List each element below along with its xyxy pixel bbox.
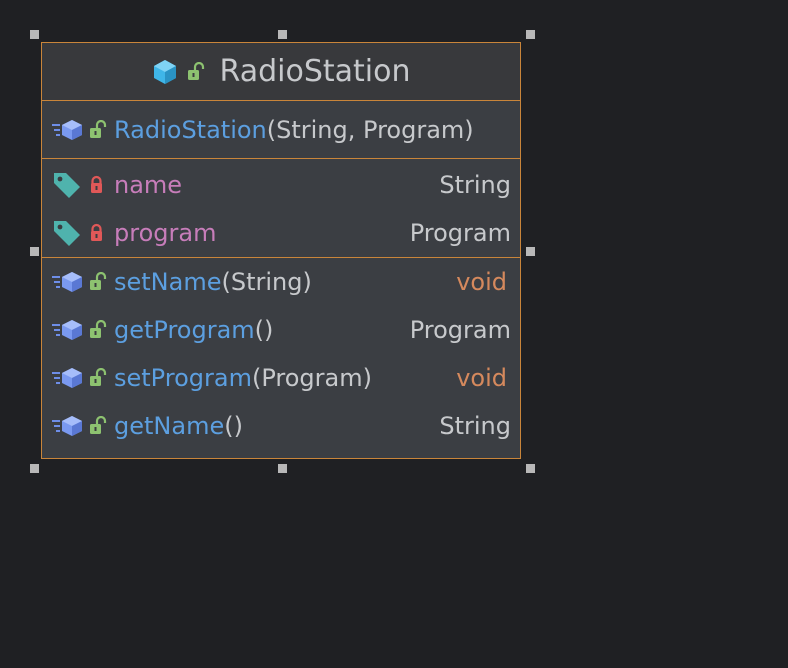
method-name: setName — [114, 268, 222, 296]
field-type: Program — [409, 219, 511, 247]
field-type: String — [439, 171, 511, 199]
method-params: () — [224, 412, 243, 440]
unlocked-padlock-icon — [88, 119, 114, 140]
selection-handle-top-left[interactable] — [30, 30, 39, 39]
unlocked-padlock-icon — [88, 320, 114, 340]
unlocked-padlock-icon — [88, 272, 114, 292]
constructor-row[interactable]: RadioStation (String, Program) — [42, 101, 520, 158]
selection-handle-bottom-right[interactable] — [526, 464, 535, 473]
locked-padlock-icon — [88, 175, 114, 195]
method-return-type: String — [439, 412, 511, 440]
selection-handle-top-center[interactable] — [278, 30, 287, 39]
selection-handle-bottom-center[interactable] — [278, 464, 287, 473]
constructor-name: RadioStation — [114, 115, 267, 144]
field-row[interactable]: program Program — [42, 209, 520, 257]
unlocked-padlock-icon — [186, 61, 206, 82]
method-return-type: void — [456, 268, 507, 296]
constructor-params: (String, Program) — [266, 115, 474, 144]
method-row[interactable]: setName (String) void — [42, 258, 520, 306]
field-tag-icon — [52, 171, 84, 199]
class-title: RadioStation — [219, 54, 411, 89]
fields-section: name String program Program — [42, 161, 520, 258]
field-row[interactable]: name String — [42, 161, 520, 209]
method-name: getProgram — [114, 316, 255, 344]
class-cube-icon — [152, 59, 178, 85]
method-params: () — [254, 316, 274, 344]
field-name: program — [114, 219, 217, 247]
selection-handle-middle-right[interactable] — [526, 247, 535, 256]
method-row[interactable]: getProgram() Program — [42, 306, 520, 354]
methods-section: setName (String) void getProgram () Prog… — [42, 258, 520, 458]
unlocked-padlock-icon — [88, 416, 114, 436]
method-row[interactable]: setProgram (Program) void — [42, 354, 520, 402]
method-cube-icon — [52, 367, 84, 389]
method-return-type: void — [456, 364, 507, 392]
method-params: (String) — [221, 268, 312, 296]
field-tag-icon — [52, 219, 84, 247]
constructors-section: RadioStation (String, Program) — [42, 101, 520, 159]
method-name: setProgram — [114, 364, 252, 392]
method-cube-icon — [52, 319, 84, 341]
selection-handle-middle-left[interactable] — [30, 247, 39, 256]
field-name: name — [114, 171, 183, 199]
class-header: RadioStation — [42, 43, 520, 101]
method-cube-icon — [52, 119, 84, 141]
selection-handle-bottom-left[interactable] — [30, 464, 39, 473]
method-cube-icon — [52, 415, 84, 437]
method-row[interactable]: getName() String — [42, 402, 520, 450]
selection-handle-top-right[interactable] — [526, 30, 535, 39]
uml-class-box[interactable]: RadioStation RadioStation (String, Progr… — [41, 42, 521, 459]
method-cube-icon — [52, 271, 84, 293]
method-return-type: Program — [409, 316, 511, 344]
method-params: (Program) — [251, 364, 372, 392]
unlocked-padlock-icon — [88, 368, 114, 388]
method-name: getName — [114, 412, 225, 440]
locked-padlock-icon — [88, 223, 114, 243]
